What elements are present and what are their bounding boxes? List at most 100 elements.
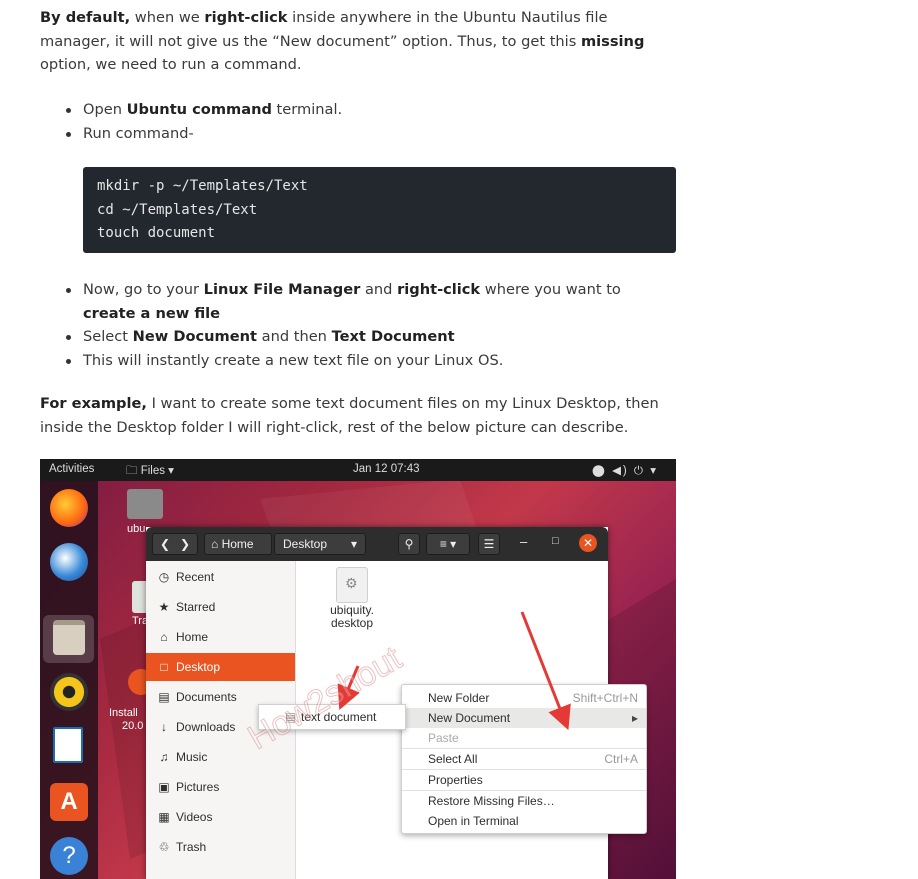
files-app-menu[interactable]: 🗀 Files ▾ [126, 463, 174, 482]
bold-text: right-click [397, 281, 481, 298]
menu-item-label: Properties [428, 773, 483, 787]
sidebar-item-label: Music [176, 750, 208, 764]
sidebar-item-starred[interactable]: ★ Starred [146, 593, 295, 621]
sidebar-item-desktop[interactable]: □ Desktop [146, 653, 295, 681]
download-icon: ↓ [161, 720, 167, 734]
sidebar-item-label: Videos [176, 810, 213, 824]
menu-item-new-folder[interactable]: New Folder Shift+Ctrl+N [402, 688, 646, 708]
file-icon[interactable]: ⚙ [336, 567, 368, 603]
writer-icon[interactable] [53, 727, 83, 763]
view-options-button[interactable]: ≡ ▾ [426, 533, 470, 555]
bold-text: missing [580, 32, 645, 50]
text: Select [83, 328, 133, 345]
search-button[interactable]: ⚲ [398, 533, 420, 555]
sidebar-item-label: Recent [176, 570, 215, 584]
path-home-button[interactable]: ⌂ Home [204, 533, 272, 555]
sidebar-item-label: Desktop [176, 660, 221, 674]
code-line: touch document [97, 225, 216, 241]
sidebar-item-label: Home [176, 630, 209, 644]
desktop-icon-label: ubu [127, 523, 146, 535]
sidebar-item-videos[interactable]: ▦ Videos [146, 803, 295, 831]
path-desktop-label: Desktop [283, 537, 328, 551]
bold-text: create a new file [83, 304, 221, 322]
list-item: Open Ubuntu command terminal. [66, 98, 666, 122]
search-icon: ⚲ [404, 537, 414, 551]
steps-list-2: Now, go to your Linux File Manager and r… [66, 278, 666, 372]
menu-item-open-in-terminal[interactable]: Open in Terminal [402, 811, 646, 831]
menu-item-label: Open in Terminal [428, 814, 519, 828]
close-button[interactable]: ✕ [579, 534, 597, 552]
menu-item-properties[interactable]: Properties [402, 770, 646, 790]
menu-item-label: New Folder [428, 691, 490, 705]
home-icon: ⌂ [160, 630, 168, 644]
text: and then [257, 328, 332, 345]
list-item: Now, go to your Linux File Manager and r… [66, 278, 666, 325]
bold-text: Text Document [331, 328, 455, 345]
star-icon: ★ [158, 600, 170, 614]
sidebar-item-label: Documents [176, 690, 237, 704]
code-line: mkdir -p ~/Templates/Text [97, 178, 308, 194]
bold-text: Linux File Manager [203, 281, 361, 298]
submenu-item-text-document[interactable]: text document [301, 705, 376, 729]
clock[interactable]: Jan 12 07:43 [353, 463, 420, 475]
files-label: Files ▾ [140, 465, 174, 477]
menu-item-new-document[interactable]: New Document ▸ [402, 708, 646, 728]
list-view-icon: ≡ ▾ [439, 537, 457, 551]
text: Now, go to your [83, 281, 204, 298]
bold-text: For example, [40, 395, 147, 412]
picture-icon: ▣ [158, 780, 170, 794]
path-home-label: Home [221, 537, 254, 551]
sidebar-item-home[interactable]: ⌂ Home [146, 623, 295, 651]
folder-icon: 🗀 [126, 465, 138, 477]
menu-item-paste[interactable]: Paste [402, 728, 646, 748]
file-name-line: desktop [330, 616, 374, 630]
sidebar-item-pictures[interactable]: ▣ Pictures [146, 773, 295, 801]
sidebar-item-label: Downloads [176, 720, 236, 734]
menu-item-select-all[interactable]: Select All Ctrl+A [402, 749, 646, 769]
maximize-button[interactable]: □ [552, 535, 559, 547]
header-bar: ❮ ❯ ⌂ Home Desktop ▾ ⚲ ≡ ▾ ☰ – □ ✕ [146, 527, 608, 561]
menu-item-shortcut: Shift+Ctrl+N [572, 691, 638, 705]
hamburger-icon: ☰ [483, 537, 495, 551]
text-file-icon: ▤ [285, 710, 297, 724]
firefox-icon[interactable] [50, 489, 88, 527]
intro-paragraph: By default, when we right-click inside a… [40, 6, 676, 77]
home-icon: ⌂ [211, 537, 219, 551]
text: where you want to [480, 281, 621, 298]
files-icon[interactable] [53, 620, 85, 655]
code-block[interactable]: mkdir -p ~/Templates/Text cd ~/Templates… [83, 167, 676, 253]
desktop-icon-label: 20.0 [122, 720, 144, 732]
video-icon: ▦ [158, 810, 170, 824]
back-forward-buttons[interactable]: ❮ ❯ [152, 533, 198, 555]
thunderbird-icon[interactable] [50, 543, 88, 581]
text: Run command- [83, 124, 194, 142]
dock: A ? [40, 481, 98, 879]
bold-text: Ubuntu command [126, 101, 272, 118]
sidebar-item-label: Pictures [176, 780, 220, 794]
system-tray[interactable]: ⬤ ◀) ⏻ ▾ [592, 463, 658, 478]
rhythmbox-icon[interactable] [50, 673, 88, 711]
text: when we [130, 9, 205, 26]
sidebar-item-trash[interactable]: ♲ Trash [146, 833, 295, 861]
activities-button[interactable]: Activities [49, 463, 94, 475]
sidebar-item-music[interactable]: ♫ Music [146, 743, 295, 771]
home-folder-icon[interactable] [127, 489, 163, 519]
bold-text: By default, [40, 9, 131, 26]
path-desktop-button[interactable]: Desktop ▾ [274, 533, 366, 555]
sidebar-item-label: Trash [176, 840, 207, 854]
file-name[interactable]: ubiquity. desktop [316, 604, 388, 630]
document-icon: ▤ [158, 690, 170, 704]
minimize-button[interactable]: – [520, 534, 527, 549]
help-icon[interactable]: ? [50, 837, 88, 875]
text: and [360, 281, 398, 298]
music-icon: ♫ [159, 750, 169, 764]
sidebar-item-recent[interactable]: ◷ Recent [146, 563, 295, 591]
steps-list-1: Open Ubuntu command terminal. Run comman… [66, 98, 666, 145]
menu-item-restore-missing-files[interactable]: Restore Missing Files… [402, 791, 646, 811]
sidebar-item-label: Starred [176, 600, 216, 614]
software-icon[interactable]: A [50, 783, 88, 821]
menu-button[interactable]: ☰ [478, 533, 500, 555]
trash-icon: ♲ [158, 840, 170, 854]
list-item: Select New Document and then Text Docume… [66, 325, 666, 349]
code-line: cd ~/Templates/Text [97, 201, 258, 218]
